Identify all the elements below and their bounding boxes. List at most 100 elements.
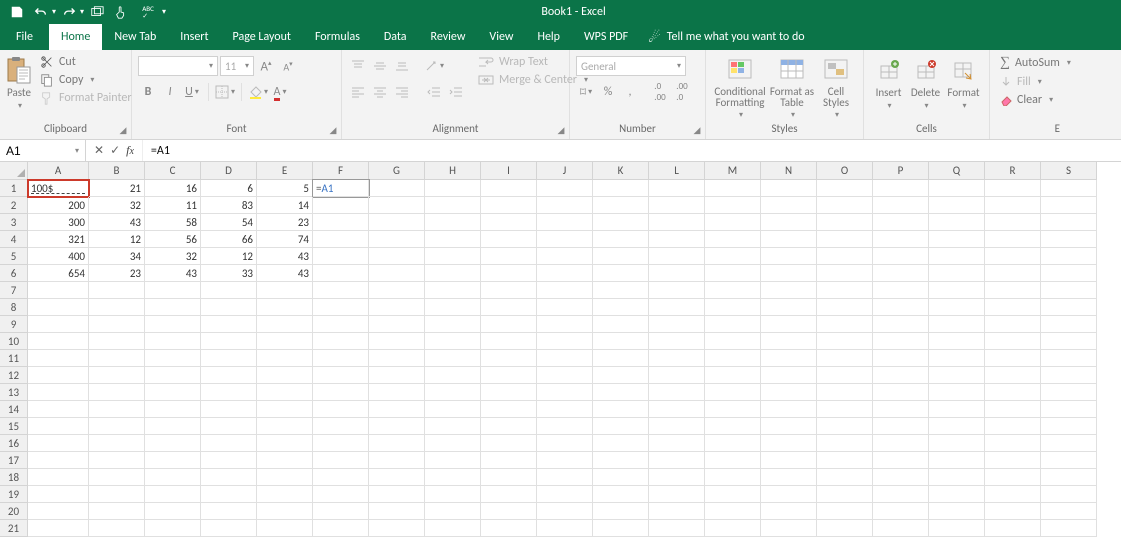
cell-E19[interactable] bbox=[257, 486, 313, 503]
row-header-3[interactable]: 3 bbox=[0, 214, 28, 231]
cell-I16[interactable] bbox=[481, 435, 537, 452]
cell-Q6[interactable] bbox=[929, 265, 985, 282]
cell-J20[interactable] bbox=[537, 503, 593, 520]
column-header-S[interactable]: S bbox=[1041, 162, 1097, 180]
cell-H11[interactable] bbox=[425, 350, 481, 367]
cell-H16[interactable] bbox=[425, 435, 481, 452]
fill-color-button[interactable]: ▾ bbox=[248, 82, 268, 102]
cell-D8[interactable] bbox=[201, 299, 257, 316]
cell-H20[interactable] bbox=[425, 503, 481, 520]
cell-E7[interactable] bbox=[257, 282, 313, 299]
cell-E20[interactable] bbox=[257, 503, 313, 520]
cell-E15[interactable] bbox=[257, 418, 313, 435]
row-header-13[interactable]: 13 bbox=[0, 384, 28, 401]
format-as-table-button[interactable]: Format as Table▾ bbox=[768, 54, 816, 120]
cell-D13[interactable] bbox=[201, 384, 257, 401]
formula-input[interactable] bbox=[151, 144, 1113, 158]
cell-L6[interactable] bbox=[649, 265, 705, 282]
column-header-R[interactable]: R bbox=[985, 162, 1041, 180]
cell-C11[interactable] bbox=[145, 350, 201, 367]
cell-S6[interactable] bbox=[1041, 265, 1097, 282]
cell-D18[interactable] bbox=[201, 469, 257, 486]
cell-K3[interactable] bbox=[593, 214, 649, 231]
row-header-18[interactable]: 18 bbox=[0, 469, 28, 486]
underline-button[interactable]: U▾ bbox=[182, 82, 202, 102]
cell-O13[interactable] bbox=[817, 384, 873, 401]
cell-C15[interactable] bbox=[145, 418, 201, 435]
cell-D15[interactable] bbox=[201, 418, 257, 435]
cell-O17[interactable] bbox=[817, 452, 873, 469]
cell-N11[interactable] bbox=[761, 350, 817, 367]
cell-K11[interactable] bbox=[593, 350, 649, 367]
cell-F14[interactable] bbox=[313, 401, 369, 418]
cell-P11[interactable] bbox=[873, 350, 929, 367]
cell-L19[interactable] bbox=[649, 486, 705, 503]
cell-D17[interactable] bbox=[201, 452, 257, 469]
percent-button[interactable]: % bbox=[598, 82, 618, 102]
redo-button[interactable] bbox=[58, 1, 80, 23]
cell-G8[interactable] bbox=[369, 299, 425, 316]
number-format-combo[interactable]: General▾ bbox=[576, 56, 686, 76]
cell-Q18[interactable] bbox=[929, 469, 985, 486]
cell-M21[interactable] bbox=[705, 520, 761, 537]
cell-C7[interactable] bbox=[145, 282, 201, 299]
cell-C12[interactable] bbox=[145, 367, 201, 384]
cell-A18[interactable] bbox=[28, 469, 89, 486]
cell-N18[interactable] bbox=[761, 469, 817, 486]
cell-S10[interactable] bbox=[1041, 333, 1097, 350]
cell-K20[interactable] bbox=[593, 503, 649, 520]
cell-Q21[interactable] bbox=[929, 520, 985, 537]
cell-M11[interactable] bbox=[705, 350, 761, 367]
cell-F2[interactable] bbox=[313, 197, 369, 214]
row-header-8[interactable]: 8 bbox=[0, 299, 28, 316]
cell-G1[interactable] bbox=[369, 180, 425, 197]
cell-A6[interactable]: 654 bbox=[28, 265, 89, 282]
cell-Q4[interactable] bbox=[929, 231, 985, 248]
cell-H17[interactable] bbox=[425, 452, 481, 469]
cell-A17[interactable] bbox=[28, 452, 89, 469]
cell-K21[interactable] bbox=[593, 520, 649, 537]
cell-R14[interactable] bbox=[985, 401, 1041, 418]
row-header-11[interactable]: 11 bbox=[0, 350, 28, 367]
cell-M2[interactable] bbox=[705, 197, 761, 214]
cell-C3[interactable]: 58 bbox=[145, 214, 201, 231]
cell-S5[interactable] bbox=[1041, 248, 1097, 265]
column-header-E[interactable]: E bbox=[257, 162, 313, 180]
row-header-16[interactable]: 16 bbox=[0, 435, 28, 452]
cell-I18[interactable] bbox=[481, 469, 537, 486]
cell-D14[interactable] bbox=[201, 401, 257, 418]
cell-B16[interactable] bbox=[89, 435, 145, 452]
cell-L12[interactable] bbox=[649, 367, 705, 384]
cell-K8[interactable] bbox=[593, 299, 649, 316]
cell-P8[interactable] bbox=[873, 299, 929, 316]
cell-O6[interactable] bbox=[817, 265, 873, 282]
cell-M15[interactable] bbox=[705, 418, 761, 435]
align-bottom-button[interactable] bbox=[392, 56, 412, 76]
cell-D19[interactable] bbox=[201, 486, 257, 503]
cell-O14[interactable] bbox=[817, 401, 873, 418]
cell-I11[interactable] bbox=[481, 350, 537, 367]
cell-L3[interactable] bbox=[649, 214, 705, 231]
cell-N5[interactable] bbox=[761, 248, 817, 265]
cell-J6[interactable] bbox=[537, 265, 593, 282]
cell-O11[interactable] bbox=[817, 350, 873, 367]
tab-view[interactable]: View bbox=[477, 24, 525, 50]
cell-A2[interactable]: 200 bbox=[28, 197, 89, 214]
font-name-combo[interactable]: ▾ bbox=[138, 56, 218, 76]
cell-Q19[interactable] bbox=[929, 486, 985, 503]
column-header-O[interactable]: O bbox=[817, 162, 873, 180]
tab-help[interactable]: Help bbox=[525, 24, 572, 50]
cell-N13[interactable] bbox=[761, 384, 817, 401]
cell-E13[interactable] bbox=[257, 384, 313, 401]
cell-P1[interactable] bbox=[873, 180, 929, 197]
cell-A10[interactable] bbox=[28, 333, 89, 350]
cell-H2[interactable] bbox=[425, 197, 481, 214]
cell-Q16[interactable] bbox=[929, 435, 985, 452]
cell-B4[interactable]: 12 bbox=[89, 231, 145, 248]
cell-Q5[interactable] bbox=[929, 248, 985, 265]
cell-B17[interactable] bbox=[89, 452, 145, 469]
cell-S19[interactable] bbox=[1041, 486, 1097, 503]
cell-C19[interactable] bbox=[145, 486, 201, 503]
cell-N10[interactable] bbox=[761, 333, 817, 350]
cell-L21[interactable] bbox=[649, 520, 705, 537]
